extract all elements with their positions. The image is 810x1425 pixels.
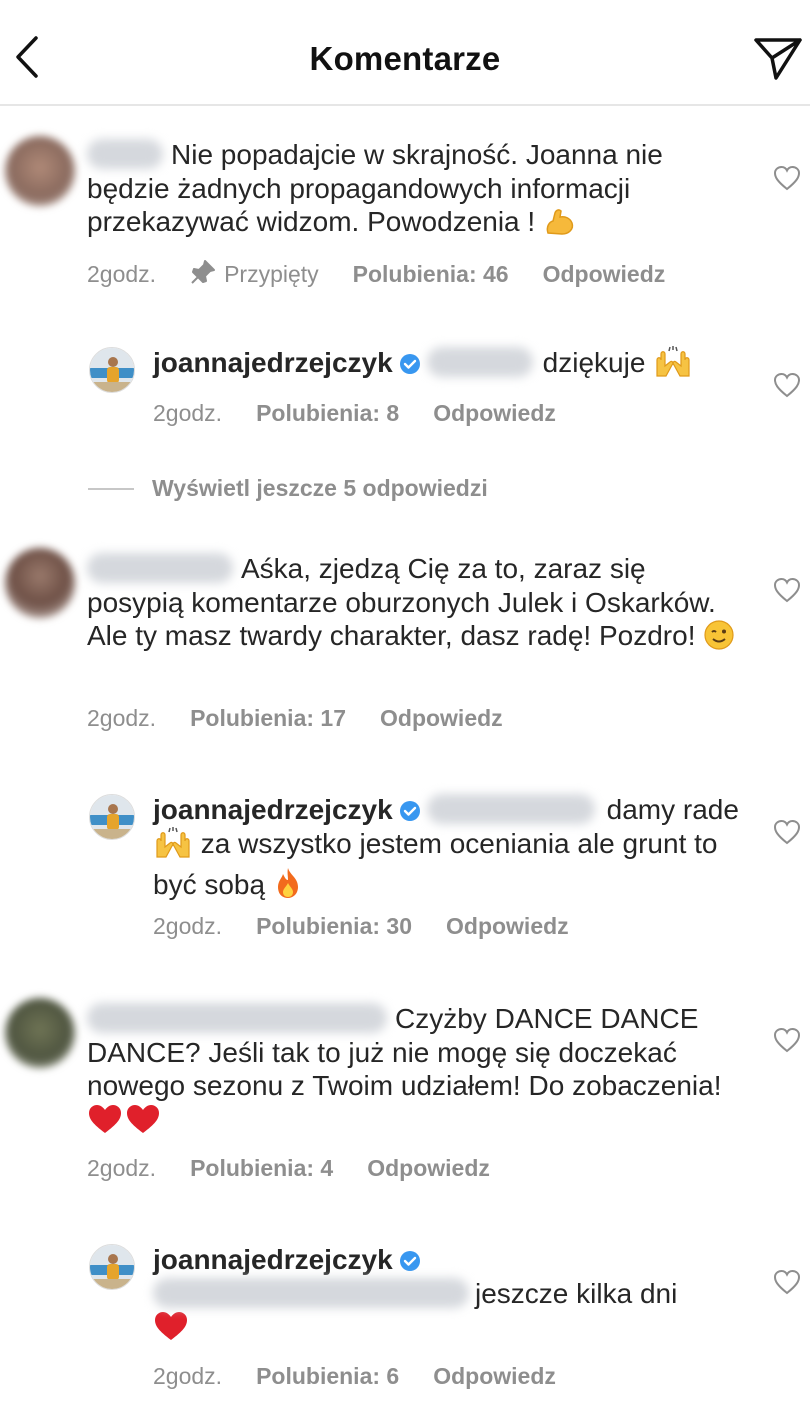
comment-body: joannajedrzejczyk dziękuje	[153, 346, 753, 386]
reply-button[interactable]: Odpowiedz	[367, 1155, 490, 1181]
blurred-mention[interactable]	[426, 347, 533, 377]
winking-face-emoji	[703, 619, 735, 659]
blurred-username[interactable]	[87, 139, 163, 169]
reply-button[interactable]: Odpowiedz	[433, 400, 556, 426]
reply-button[interactable]: Odpowiedz	[446, 913, 569, 939]
likes-count[interactable]: Polubienia: 30	[256, 913, 412, 939]
likes-count[interactable]: Polubienia: 4	[190, 1155, 333, 1181]
heart-outline-icon[interactable]	[773, 577, 801, 603]
view-more-replies[interactable]: Wyświetl jeszcze 5 odpowiedzi	[88, 475, 488, 502]
username[interactable]: joannajedrzejczyk	[153, 794, 393, 825]
comment-meta: 2godz. Przypięty Polubienia: 46 Odpowiedz	[87, 259, 699, 288]
likes-count[interactable]: Polubienia: 6	[256, 1363, 399, 1389]
comment-time: 2godz.	[87, 261, 157, 287]
blurred-username[interactable]	[87, 553, 233, 583]
view-more-label[interactable]: Wyświetl jeszcze 5 odpowiedzi	[152, 475, 488, 501]
flexed-biceps-emoji	[543, 207, 577, 245]
comment-time: 2godz.	[153, 400, 223, 426]
page-title: Komentarze	[309, 40, 501, 77]
raising-hands-emoji	[653, 346, 693, 386]
reply-button[interactable]: Odpowiedz	[380, 705, 503, 731]
fire-emoji	[273, 866, 303, 908]
blurred-mention[interactable]	[153, 1277, 469, 1308]
comment-body: joannajedrzejczyk damy rade za wszystko j…	[153, 793, 753, 908]
red-heart-emoji	[153, 1310, 189, 1350]
likes-count[interactable]: Polubienia: 46	[353, 261, 509, 287]
comment-time: 2godz.	[87, 1155, 157, 1181]
comment-time: 2godz.	[87, 705, 157, 731]
avatar[interactable]	[89, 794, 135, 840]
heart-outline-icon[interactable]	[773, 372, 801, 398]
comment-text: dziękuje	[542, 347, 646, 378]
heart-outline-icon[interactable]	[773, 1027, 801, 1053]
avatar[interactable]	[5, 136, 75, 206]
likes-count[interactable]: Polubienia: 8	[256, 400, 399, 426]
avatar[interactable]	[5, 548, 75, 618]
username[interactable]: joannajedrzejczyk	[153, 347, 393, 378]
heart-outline-icon[interactable]	[773, 819, 801, 845]
comment-body: Nie popadajcie w skrajność. Joanna nie b…	[87, 138, 747, 245]
avatar[interactable]	[5, 998, 75, 1068]
heart-outline-icon[interactable]	[773, 165, 801, 191]
paper-plane-icon[interactable]	[752, 34, 804, 84]
blurred-mention[interactable]	[426, 794, 595, 824]
header-bar: Komentarze	[0, 0, 810, 106]
raising-hands-emoji	[153, 826, 193, 867]
pin-icon	[191, 260, 216, 284]
red-heart-emoji	[87, 1103, 161, 1143]
comment-text-b: za wszystko jestem oceniania ale grunt t…	[153, 827, 718, 901]
verified-badge-icon	[399, 354, 420, 374]
verified-badge-icon	[399, 801, 420, 821]
avatar[interactable]	[89, 1244, 135, 1290]
comment-meta: 2godz. Polubienia: 6 Odpowiedz	[153, 1363, 590, 1390]
likes-count[interactable]: Polubienia: 17	[190, 705, 346, 731]
avatar-image	[90, 1245, 134, 1289]
comment-meta: 2godz. Polubienia: 4 Odpowiedz	[87, 1155, 524, 1182]
avatar[interactable]	[89, 347, 135, 393]
comment-meta: 2godz. Polubienia: 8 Odpowiedz	[153, 400, 590, 427]
comment-meta: 2godz. Polubienia: 17 Odpowiedz	[87, 705, 537, 732]
comment-text: jeszcze kilka dni	[475, 1277, 678, 1309]
heart-outline-icon[interactable]	[773, 1269, 801, 1295]
avatar-image	[90, 348, 134, 392]
reply-button[interactable]: Odpowiedz	[433, 1363, 556, 1389]
reply-button[interactable]: Odpowiedz	[543, 261, 666, 287]
comment-time: 2godz.	[153, 1363, 223, 1389]
divider-line	[88, 488, 134, 490]
comment-body: joannajedrzejczyk jeszcze kilka dni	[153, 1243, 753, 1350]
comment-text-a: damy rade	[606, 794, 739, 825]
blurred-username[interactable]	[87, 1003, 387, 1033]
comment-time: 2godz.	[153, 913, 223, 939]
comment-body: Aśka, zjedzą Cię za to, zaraz się posypi…	[87, 552, 747, 659]
pinned-label: Przypięty	[190, 260, 319, 287]
username[interactable]: joannajedrzejczyk	[153, 1244, 393, 1275]
comment-body: Czyżby DANCE DANCE DANCE? Jeśli tak to j…	[87, 1002, 747, 1142]
verified-badge-icon	[399, 1251, 420, 1271]
avatar-image	[90, 795, 134, 839]
comment-meta: 2godz. Polubienia: 30 Odpowiedz	[153, 913, 603, 940]
